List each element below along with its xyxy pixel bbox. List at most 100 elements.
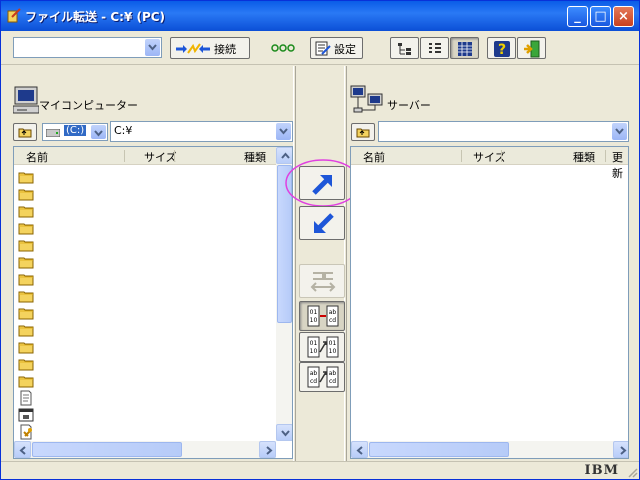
local-horizontal-scrollbar[interactable] (14, 441, 276, 458)
hard-drive-icon (46, 129, 60, 137)
text-transfer-button[interactable]: 01 10 01 10 (299, 332, 345, 362)
folder-icon[interactable] (18, 186, 34, 202)
exit-button[interactable] (517, 37, 546, 59)
folder-icon[interactable] (18, 203, 34, 219)
chevron-left-icon (356, 446, 363, 455)
scroll-thumb[interactable] (369, 442, 509, 457)
minimize-button[interactable]: _ (567, 6, 588, 27)
exit-door-icon (524, 40, 540, 58)
svg-text:ab: ab (329, 309, 337, 316)
folder-icon[interactable] (18, 237, 34, 253)
folder-icon[interactable] (18, 169, 34, 185)
connection-status-indicator (271, 44, 295, 52)
scroll-down-button[interactable] (276, 424, 292, 441)
scroll-right-button[interactable] (613, 441, 628, 458)
window-title: ファイル転送 - C:¥ (PC) (25, 10, 166, 24)
text-file-icon[interactable] (18, 390, 34, 406)
details-view-button[interactable] (450, 37, 479, 59)
local-path-value: C:¥ (114, 124, 133, 137)
local-list-header: 名前 サイズ 種類 (14, 147, 276, 165)
server-list-header: 名前 サイズ 種類 更新 (351, 147, 628, 180)
up-folder-icon (356, 128, 370, 138)
column-header-modified[interactable]: 更新 (612, 149, 628, 181)
chevron-down-icon[interactable] (612, 123, 627, 140)
folder-icon[interactable] (18, 254, 34, 270)
title-bar[interactable]: ファイル転送 - C:¥ (PC) _ □ × (1, 1, 639, 31)
svg-text:cd: cd (310, 378, 317, 385)
scroll-right-button[interactable] (259, 441, 276, 458)
column-header-type[interactable]: 種類 (244, 149, 266, 165)
server-pane-title: サーバー (387, 99, 431, 112)
svg-text:10: 10 (329, 348, 337, 355)
chevron-down-icon[interactable] (145, 39, 160, 56)
server-path-combo[interactable] (378, 121, 629, 142)
column-header-size[interactable]: サイズ (144, 149, 177, 165)
server-up-folder-button[interactable] (351, 123, 375, 141)
download-arrow-icon (314, 213, 334, 233)
connect-button[interactable]: 接続 (170, 37, 250, 59)
chevron-down-icon[interactable] (276, 123, 291, 140)
settings-label: 設定 (334, 43, 356, 56)
close-button[interactable]: × (613, 6, 634, 27)
svg-text:cd: cd (329, 317, 336, 324)
maximize-button[interactable]: □ (590, 6, 611, 27)
text-transfer-icon: 01 10 01 10 (307, 336, 339, 358)
upload-arrow-icon (312, 175, 332, 195)
file-transfer-window: ファイル転送 - C:¥ (PC) _ □ × 接続 設定 ? マイコンピュータ… (0, 0, 640, 480)
binary-transfer-icon: 01 10 ab cd (307, 305, 339, 327)
list-view-icon (429, 43, 441, 53)
local-up-folder-button[interactable] (13, 123, 37, 141)
scroll-thumb[interactable] (32, 442, 182, 457)
status-bar: IBM (1, 461, 639, 479)
drive-combo[interactable]: (C:) (42, 123, 108, 141)
local-pane-title: マイコンピューター (39, 99, 138, 112)
settings-button[interactable]: 設定 (310, 37, 363, 59)
help-button[interactable]: ? (487, 37, 516, 59)
auto-transfer-button[interactable]: ab cd ab cd (299, 362, 345, 392)
folder-icon[interactable] (18, 339, 34, 355)
svg-text:10: 10 (310, 317, 318, 324)
svg-text:01: 01 (329, 340, 337, 347)
local-file-list[interactable]: 名前 サイズ 種類 (13, 146, 293, 459)
svg-text:?: ? (498, 42, 506, 58)
column-header-name[interactable]: 名前 (26, 149, 48, 165)
server-file-list[interactable]: 名前 サイズ 種類 更新 (350, 146, 629, 459)
chevron-down-icon[interactable] (91, 125, 106, 139)
scroll-left-button[interactable] (14, 441, 31, 458)
folder-icon[interactable] (18, 220, 34, 236)
app-icon (7, 8, 21, 23)
svg-text:cd: cd (329, 378, 336, 385)
resize-grip-icon[interactable] (626, 466, 638, 478)
column-header-type[interactable]: 種類 (573, 149, 595, 165)
connection-combo[interactable] (13, 37, 162, 58)
list-view-button[interactable] (420, 37, 449, 59)
svg-text:01: 01 (310, 309, 318, 316)
column-header-name[interactable]: 名前 (363, 149, 385, 165)
folder-icon[interactable] (18, 373, 34, 389)
local-path-combo[interactable]: C:¥ (110, 121, 293, 142)
download-button[interactable] (299, 206, 345, 240)
scroll-left-button[interactable] (351, 441, 368, 458)
help-question-icon: ? (494, 41, 510, 58)
script-file-icon[interactable] (18, 424, 34, 440)
folder-icon[interactable] (18, 356, 34, 372)
system-file-icon[interactable] (18, 407, 34, 423)
upload-button[interactable] (299, 166, 345, 200)
svg-text:ab: ab (310, 370, 318, 377)
folder-icon[interactable] (18, 322, 34, 338)
connect-icon (176, 43, 210, 54)
binary-transfer-button[interactable]: 01 10 ab cd (299, 301, 345, 331)
chevron-left-icon (19, 446, 26, 455)
folder-icon[interactable] (18, 288, 34, 304)
sync-icon (310, 272, 336, 292)
left-splitter[interactable] (293, 66, 296, 461)
server-horizontal-scrollbar[interactable] (351, 441, 628, 458)
chevron-down-icon (281, 430, 290, 437)
folder-icon[interactable] (18, 271, 34, 287)
connect-label: 接続 (214, 43, 236, 56)
folder-icon[interactable] (18, 305, 34, 321)
tree-view-icon (398, 43, 411, 55)
svg-text:ab: ab (329, 370, 337, 377)
tree-view-button[interactable] (390, 37, 419, 59)
sync-button[interactable] (299, 264, 345, 298)
